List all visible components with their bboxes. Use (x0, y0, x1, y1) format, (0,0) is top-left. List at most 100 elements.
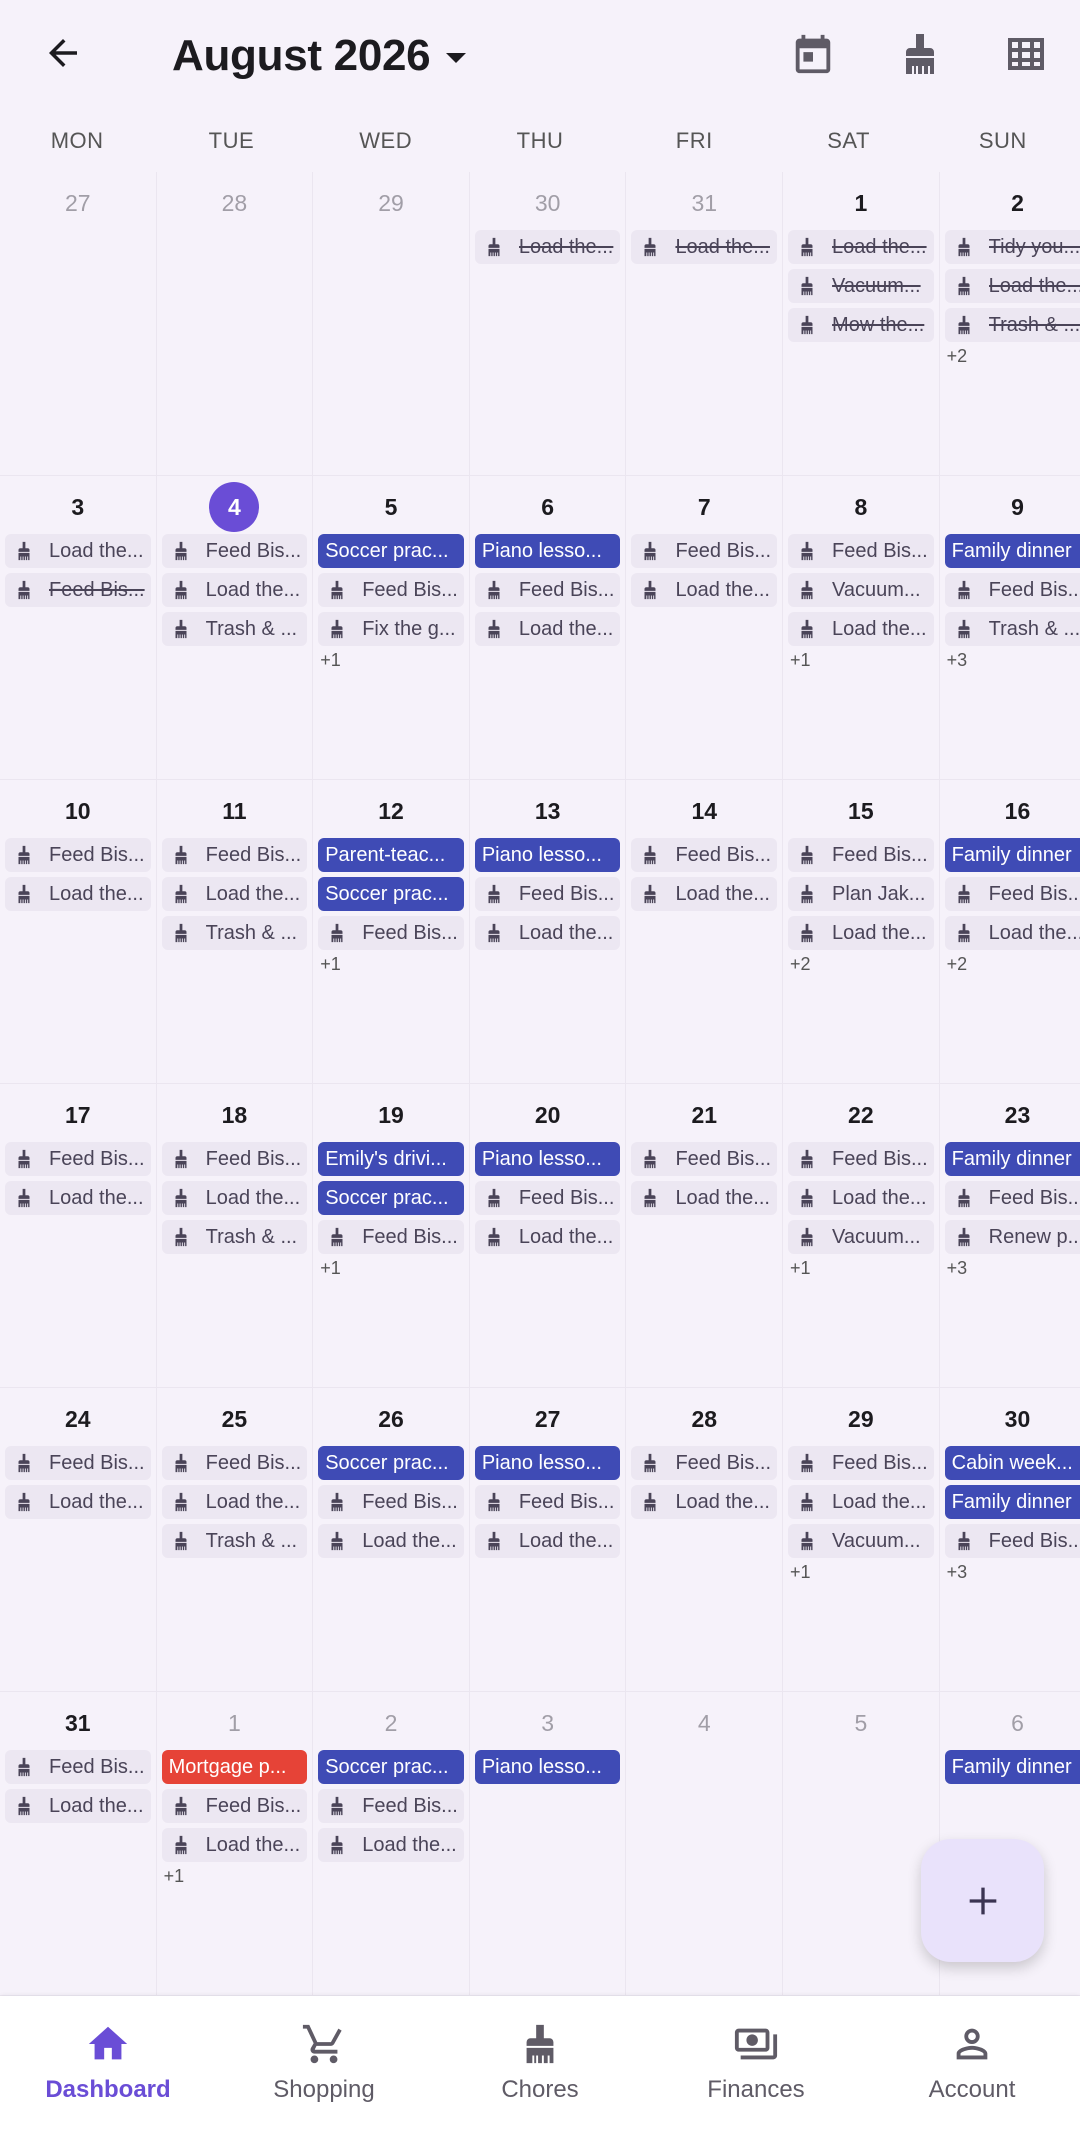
more-count[interactable]: +1 (320, 650, 464, 671)
event-chip[interactable]: Soccer prac... (318, 1181, 464, 1215)
chore-chip[interactable]: Feed Bis... (318, 1220, 464, 1254)
chore-chip[interactable]: Load the... (474, 230, 621, 264)
chore-chip[interactable]: Load the... (5, 1181, 151, 1215)
more-count[interactable]: +1 (164, 1866, 308, 1887)
day-cell[interactable]: 12 Parent-teac... Soccer prac... Feed Bis..… (313, 780, 470, 1084)
chore-chip[interactable]: Feed Bis... (5, 1750, 151, 1784)
day-cell[interactable]: 3 Load the... Feed Bis... (0, 476, 157, 780)
chore-chip[interactable]: Trash & ... (161, 916, 308, 950)
day-cell[interactable]: 5 (783, 1692, 940, 1996)
chore-chip[interactable]: Feed Bis... (944, 1181, 1080, 1215)
chore-chip[interactable]: Load the... (5, 877, 151, 911)
chore-chip[interactable]: Trash & ... (944, 308, 1080, 342)
chore-chip[interactable]: Load the... (474, 916, 621, 950)
chore-chip[interactable]: Load the... (318, 1828, 464, 1862)
day-cell[interactable]: 3 Piano lesso... (469, 1692, 627, 1996)
chore-chip[interactable]: Feed Bis... (474, 877, 621, 911)
event-chip[interactable]: Piano lesso... (474, 1142, 621, 1176)
day-cell[interactable]: 26 Soccer prac... Feed Bis... Load the... (313, 1388, 470, 1692)
day-cell[interactable]: 19 Emily's drivi... Soccer prac... Feed Bis… (313, 1084, 470, 1388)
day-cell[interactable]: 25 Feed Bis... Load the... Trash & ... (156, 1388, 314, 1692)
chore-chip[interactable]: Feed Bis... (788, 534, 934, 568)
month-selector[interactable]: August 2026 (172, 26, 467, 86)
day-cell[interactable]: 27 (0, 172, 157, 476)
day-cell[interactable]: 2 Tidy you... Load the... Trash & ... +2 (939, 172, 1080, 476)
chore-chip[interactable]: Feed Bis... (631, 838, 778, 872)
chore-chip[interactable]: Feed Bis... (318, 1789, 464, 1823)
day-cell[interactable]: 29 Feed Bis... Load the... Vacuum... +1 (783, 1388, 940, 1692)
day-cell[interactable]: 10 Feed Bis... Load the... (0, 780, 157, 1084)
more-count[interactable]: +2 (947, 346, 1080, 367)
event-chip[interactable]: Soccer prac... (318, 1446, 464, 1480)
day-cell[interactable]: 7 Feed Bis... Load the... (626, 476, 784, 780)
chore-chip[interactable]: Renew p... (944, 1220, 1080, 1254)
nav-item-account[interactable]: Account (864, 1996, 1080, 2133)
event-chip[interactable]: Cabin week... (944, 1446, 1080, 1480)
day-cell[interactable]: 11 Feed Bis... Load the... Trash & ... (156, 780, 314, 1084)
chore-chip[interactable]: Load the... (631, 573, 778, 607)
today-button[interactable] (785, 26, 841, 82)
chore-chip[interactable]: Trash & ... (161, 612, 308, 646)
event-chip[interactable]: Piano lesso... (474, 534, 621, 568)
day-cell[interactable]: 6 Piano lesso... Feed Bis... Load the... (469, 476, 627, 780)
more-count[interactable]: +3 (947, 650, 1080, 671)
chore-chip[interactable]: Feed Bis... (474, 573, 621, 607)
chore-chip[interactable]: Trash & ... (161, 1220, 308, 1254)
bill-event-chip[interactable]: Mortgage p... (161, 1750, 308, 1784)
chore-chip[interactable]: Vacuum... (788, 573, 934, 607)
event-chip[interactable]: Soccer prac... (318, 1750, 464, 1784)
chore-chip[interactable]: Feed Bis... (161, 1446, 308, 1480)
day-cell[interactable]: 9 Family dinner Feed Bis... Trash & ... +3 (939, 476, 1080, 780)
chores-filter-button[interactable] (892, 26, 948, 82)
day-cell[interactable]: 23 Family dinner Feed Bis... Renew p... +3 (939, 1084, 1080, 1388)
more-count[interactable]: +1 (320, 1258, 464, 1279)
chore-chip[interactable]: Mow the... (788, 308, 934, 342)
chore-chip[interactable]: Load the... (631, 1485, 778, 1519)
chore-chip[interactable]: Plan Jak... (788, 877, 934, 911)
chore-chip[interactable]: Feed Bis... (161, 1789, 308, 1823)
chore-chip[interactable]: Feed Bis... (318, 916, 464, 950)
chore-chip[interactable]: Vacuum... (788, 269, 934, 303)
chore-chip[interactable]: Trash & ... (161, 1524, 308, 1558)
chore-chip[interactable]: Load the... (5, 1789, 151, 1823)
chore-chip[interactable]: Load the... (788, 916, 934, 950)
chore-chip[interactable]: Load the... (161, 573, 308, 607)
chore-chip[interactable]: Load the... (788, 1181, 934, 1215)
chore-chip[interactable]: Trash & ... (944, 612, 1080, 646)
event-chip[interactable]: Family dinner (944, 1142, 1080, 1176)
day-cell[interactable]: 4 (626, 1692, 784, 1996)
chore-chip[interactable]: Load the... (161, 1181, 308, 1215)
event-chip[interactable]: Family dinner (944, 534, 1080, 568)
day-cell[interactable]: 18 Feed Bis... Load the... Trash & ... (156, 1084, 314, 1388)
chore-chip[interactable]: Tidy you... (944, 230, 1080, 264)
chore-chip[interactable]: Load the... (631, 1181, 778, 1215)
more-count[interactable]: +1 (790, 1562, 934, 1583)
day-cell[interactable]: 14 Feed Bis... Load the... (626, 780, 784, 1084)
event-chip[interactable]: Piano lesso... (474, 1446, 621, 1480)
chore-chip[interactable]: Vacuum... (788, 1220, 934, 1254)
chore-chip[interactable]: Feed Bis... (788, 838, 934, 872)
nav-item-shopping[interactable]: Shopping (216, 1996, 432, 2133)
day-cell[interactable]: 17 Feed Bis... Load the... (0, 1084, 157, 1388)
chore-chip[interactable]: Feed Bis... (318, 1485, 464, 1519)
day-cell[interactable]: 16 Family dinner Feed Bis... Load the... +2 (939, 780, 1080, 1084)
day-cell[interactable]: 13 Piano lesso... Feed Bis... Load the... (469, 780, 627, 1084)
event-chip[interactable]: Soccer prac... (318, 534, 464, 568)
more-count[interactable]: +3 (947, 1562, 1080, 1583)
chore-chip[interactable]: Feed Bis... (161, 534, 308, 568)
chore-chip[interactable]: Feed Bis... (944, 1524, 1080, 1558)
chore-chip[interactable]: Vacuum... (788, 1524, 934, 1558)
event-chip[interactable]: Family dinner (944, 838, 1080, 872)
day-cell[interactable]: 29 (313, 172, 470, 476)
day-cell[interactable]: 4 Feed Bis... Load the... Trash & ... (156, 476, 314, 780)
more-count[interactable]: +1 (320, 954, 464, 975)
day-cell[interactable]: 20 Piano lesso... Feed Bis... Load the... (469, 1084, 627, 1388)
chore-chip[interactable]: Load the... (788, 612, 934, 646)
chore-chip[interactable]: Feed Bis... (631, 534, 778, 568)
chore-chip[interactable]: Load the... (161, 1828, 308, 1862)
chore-chip[interactable]: Load the... (944, 916, 1080, 950)
chore-chip[interactable]: Feed Bis... (161, 1142, 308, 1176)
chore-chip[interactable]: Load the... (788, 1485, 934, 1519)
day-cell[interactable]: 28 (156, 172, 314, 476)
day-cell[interactable]: 30 Cabin week... Family dinner Feed Bis... +… (939, 1388, 1080, 1692)
